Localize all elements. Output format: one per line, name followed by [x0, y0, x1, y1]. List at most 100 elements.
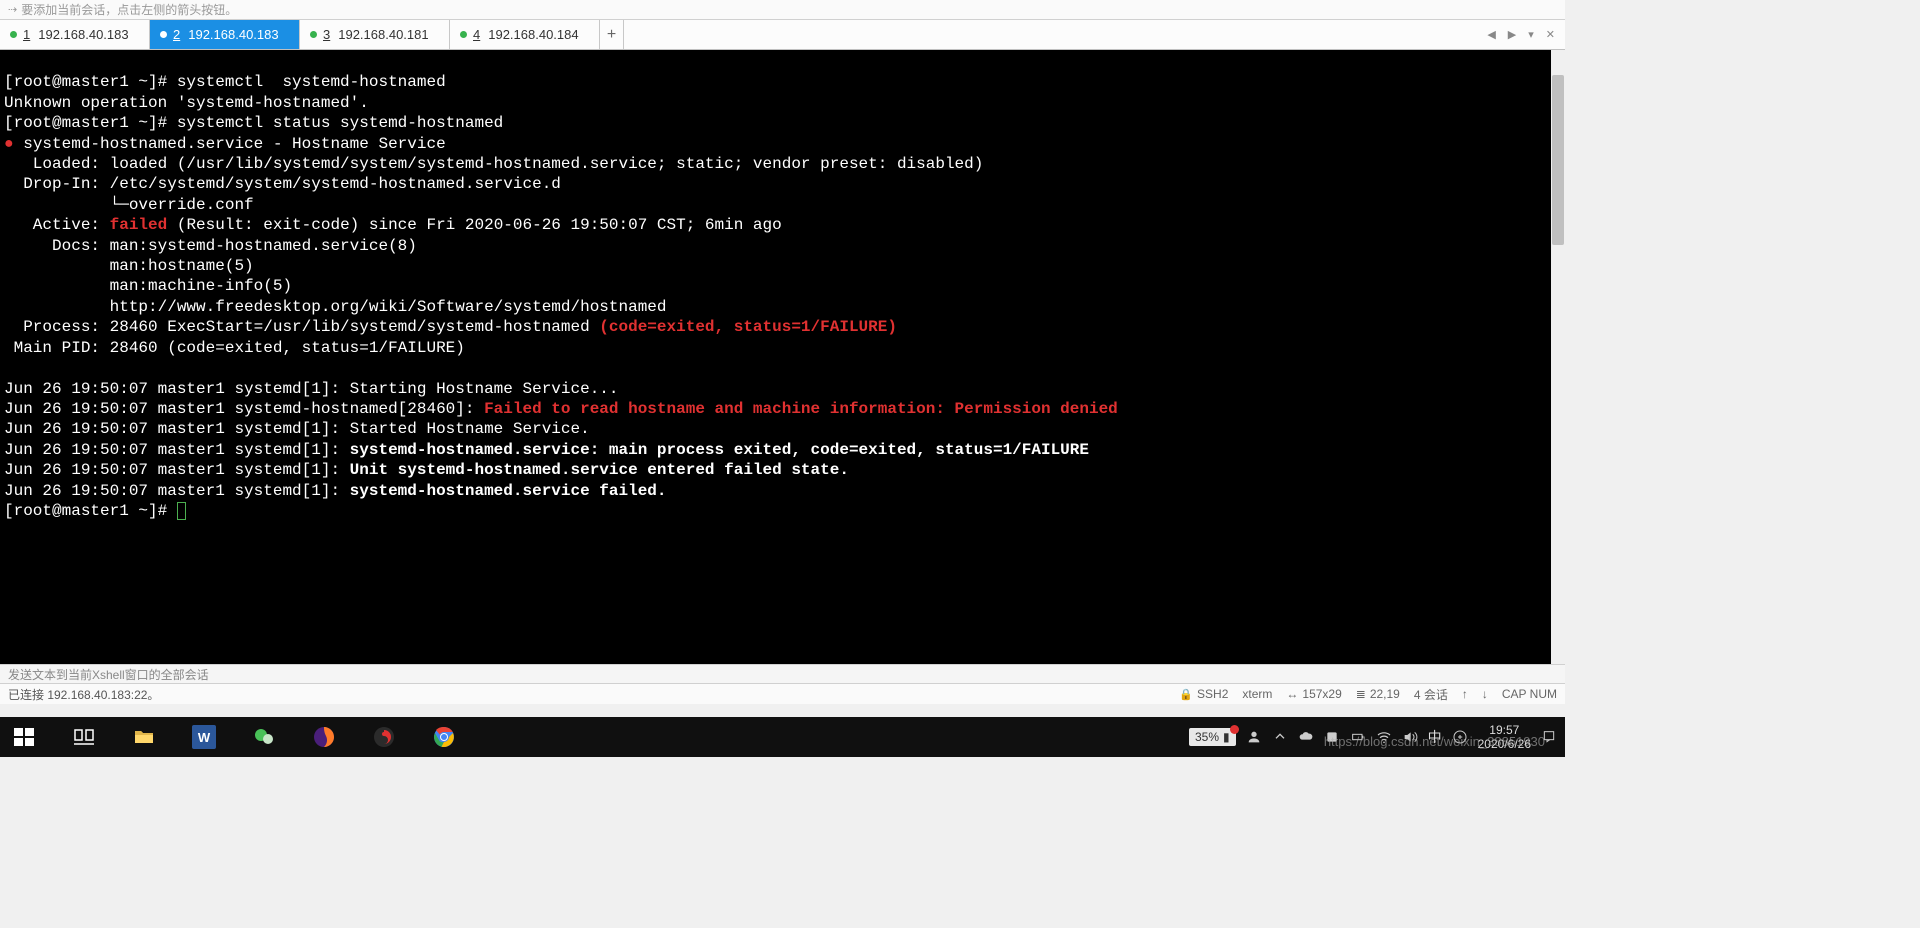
battery-tray-icon[interactable] [1350, 729, 1366, 745]
tray-expand-icon[interactable] [1272, 729, 1288, 745]
capslock-numlock: CAP NUM [1502, 687, 1557, 701]
onedrive-icon[interactable] [1298, 729, 1314, 745]
protocol: SSH2 [1197, 687, 1228, 701]
terminal-cursor [177, 502, 186, 520]
pane-window-controls: ◀ ▶ ▾ ✕ [1483, 20, 1565, 49]
wechat-button[interactable] [240, 717, 288, 757]
tab-label: 192.168.40.183 [188, 27, 278, 42]
add-tab-button[interactable]: + [600, 20, 624, 49]
output-line: Drop-In: /etc/systemd/system/systemd-hos… [4, 175, 561, 193]
wifi-icon[interactable] [1376, 729, 1392, 745]
process-label: Process: 28460 ExecStart=/usr/lib/system… [4, 318, 599, 336]
output-line: Main PID: 28460 (code=exited, status=1/F… [4, 339, 465, 357]
task-view-icon [72, 725, 96, 749]
output-line: Loaded: loaded (/usr/lib/systemd/system/… [4, 155, 983, 173]
firefox-button[interactable] [300, 717, 348, 757]
session-hint-bar: ⇢ 要添加当前会话，点击左侧的箭头按钮。 [0, 0, 1565, 20]
battery-indicator[interactable]: 35% ▮ [1189, 728, 1236, 746]
status-dot-icon [10, 31, 17, 38]
prompt: [root@master1 ~]# [4, 114, 177, 132]
active-detail: (Result: exit-code) since Fri 2020-06-26… [167, 216, 782, 234]
ime-indicator[interactable]: 中 [1428, 727, 1442, 747]
status-dot-icon [310, 31, 317, 38]
nav-up-icon[interactable]: ↑ [1462, 687, 1468, 701]
tab-index: 1 [23, 27, 30, 42]
output-line: http://www.freedesktop.org/wiki/Software… [4, 298, 667, 316]
tab-session-3[interactable]: 3 192.168.40.181 [300, 20, 450, 49]
tab-label: 192.168.40.184 [488, 27, 578, 42]
cursor-position: 22,19 [1370, 687, 1400, 701]
system-tray: 35% ▮ 中 19:57 2020/6/26 [1189, 723, 1565, 751]
windows-taskbar: W 35% ▮ 中 19:57 2020/6/26 [0, 717, 1565, 757]
output-line: └─override.conf [4, 196, 254, 214]
file-explorer-button[interactable] [120, 717, 168, 757]
alert-dot-icon [1230, 725, 1239, 734]
terminal-output[interactable]: [root@master1 ~]# systemctl systemd-host… [0, 50, 1565, 664]
log-prefix: Jun 26 19:50:07 master1 systemd[1]: [4, 441, 350, 459]
resize-icon: ↔ [1286, 687, 1298, 701]
start-menu-button[interactable] [0, 717, 48, 757]
tab-label: 192.168.40.181 [338, 27, 428, 42]
lock-icon: 🔒 [1179, 688, 1193, 701]
cursor-pos-icon: ≣ [1356, 687, 1366, 701]
ime-mode-icon[interactable] [1452, 729, 1468, 745]
service-title: systemd-hostnamed.service - Hostname Ser… [14, 135, 446, 153]
broadcast-input-bar[interactable]: 发送文本到当前Xshell窗口的全部会话 [0, 664, 1565, 684]
tab-list-icon[interactable]: ▾ [1524, 26, 1538, 43]
clock-time: 19:57 [1478, 723, 1531, 737]
log-bold: Unit systemd-hostnamed.service entered f… [350, 461, 849, 479]
nav-down-icon[interactable]: ↓ [1482, 687, 1488, 701]
word-button[interactable]: W [180, 717, 228, 757]
tab-index: 4 [473, 27, 480, 42]
broadcast-placeholder: 发送文本到当前Xshell窗口的全部会话 [8, 668, 209, 682]
session-count: 4 会话 [1414, 686, 1448, 703]
arrow-icon: ⇢ [8, 3, 17, 16]
output-line: Unknown operation 'systemd-hostnamed'. [4, 94, 369, 112]
windows-logo-icon [12, 725, 36, 749]
people-icon[interactable] [1246, 729, 1262, 745]
log-bold: systemd-hostnamed.service failed. [350, 482, 667, 500]
tab-index: 2 [173, 27, 180, 42]
tab-label: 192.168.40.183 [38, 27, 128, 42]
security-icon[interactable] [1324, 729, 1340, 745]
log-line: Jun 26 19:50:07 master1 systemd[1]: Star… [4, 420, 590, 438]
prev-tab-icon[interactable]: ◀ [1483, 26, 1499, 43]
battery-icon: ▮ [1223, 730, 1230, 744]
terminal-scrollbar[interactable] [1551, 50, 1565, 664]
firefox-icon [312, 725, 336, 749]
close-pane-icon[interactable]: ✕ [1542, 26, 1559, 43]
tab-session-1[interactable]: 1 192.168.40.183 [0, 20, 150, 49]
scrollbar-thumb[interactable] [1552, 75, 1564, 245]
terminal-type: xterm [1242, 687, 1272, 701]
command: systemctl status systemd-hostnamed [177, 114, 503, 132]
word-icon: W [192, 725, 216, 749]
tab-index: 3 [323, 27, 330, 42]
clock-date: 2020/6/26 [1478, 737, 1531, 751]
output-line: Docs: man:systemd-hostnamed.service(8) [4, 237, 417, 255]
tab-bar: 1 192.168.40.183 2 192.168.40.183 3 192.… [0, 20, 1565, 50]
prompt: [root@master1 ~]# [4, 73, 177, 91]
log-error: Failed to read hostname and machine info… [484, 400, 1118, 418]
command: systemctl systemd-hostnamed [177, 73, 446, 91]
notifications-icon[interactable] [1541, 729, 1557, 745]
status-dot-icon [160, 31, 167, 38]
log-prefix: Jun 26 19:50:07 master1 systemd[1]: [4, 482, 350, 500]
chrome-button[interactable] [420, 717, 468, 757]
terminal-size: 157x29 [1302, 687, 1341, 701]
output-line: man:hostname(5) [4, 257, 254, 275]
tab-session-2[interactable]: 2 192.168.40.183 [150, 20, 300, 49]
battery-percent: 35% [1195, 730, 1219, 744]
output-line: man:machine-info(5) [4, 277, 292, 295]
task-view-button[interactable] [60, 717, 108, 757]
next-tab-icon[interactable]: ▶ [1504, 26, 1520, 43]
connection-status: 已连接 192.168.40.183:22。 [8, 686, 159, 703]
folder-icon [132, 725, 156, 749]
wechat-icon [252, 725, 276, 749]
taskbar-clock[interactable]: 19:57 2020/6/26 [1478, 723, 1531, 751]
tab-session-4[interactable]: 4 192.168.40.184 [450, 20, 600, 49]
swirl-icon [372, 725, 396, 749]
active-status: failed [110, 216, 168, 234]
active-label: Active: [4, 216, 110, 234]
volume-icon[interactable] [1402, 729, 1418, 745]
todesk-button[interactable] [360, 717, 408, 757]
